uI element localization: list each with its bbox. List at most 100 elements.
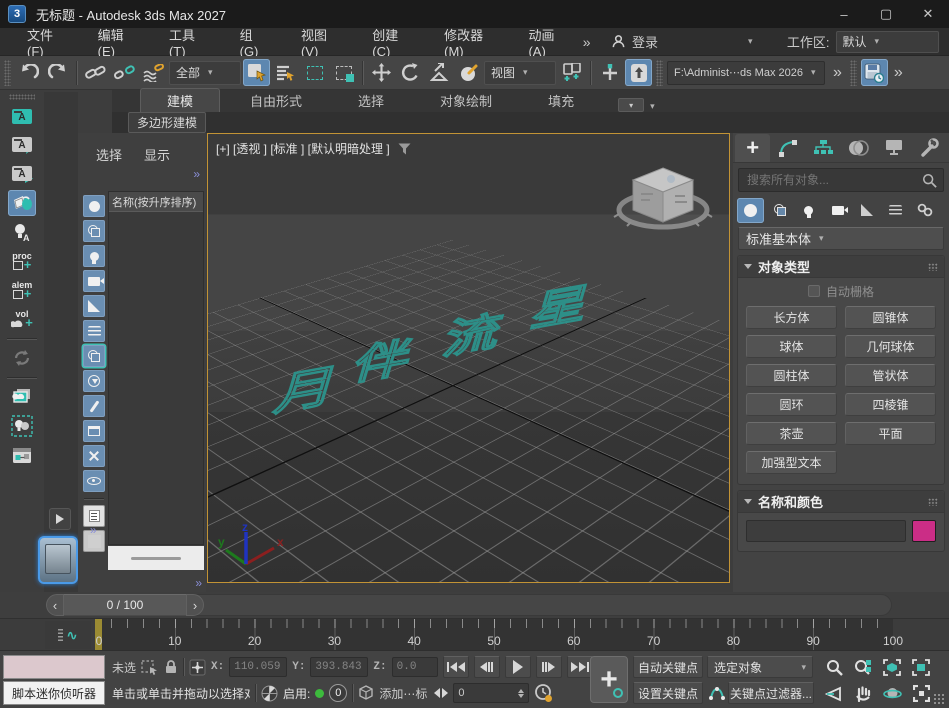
left-toolbar-handle[interactable] (9, 94, 35, 100)
safe-scene-icon[interactable] (261, 685, 278, 702)
pan-view-button[interactable] (849, 681, 877, 706)
box-button[interactable]: 长方体 (746, 306, 837, 329)
select-object-button[interactable] (243, 59, 270, 86)
pyramid-button[interactable]: 四棱锥 (845, 393, 936, 416)
maxscript-mini-listener[interactable]: 脚本迷你侦听器 (3, 681, 105, 705)
active-layout-thumbnail[interactable] (38, 536, 78, 584)
ribbon-tab-object-paint[interactable]: 对象绘制 (414, 89, 518, 112)
bind-to-space-warp-button[interactable] (140, 59, 167, 86)
previous-frame-button[interactable] (474, 656, 500, 678)
explorer-bottom-overflow-icon[interactable]: » (195, 576, 200, 590)
category-systems-button[interactable] (911, 198, 938, 223)
select-and-link-button[interactable] (82, 59, 109, 86)
cone-button[interactable]: 圆锥体 (845, 306, 936, 329)
explorer-menu-select[interactable]: 选择 (96, 145, 122, 164)
menu-modifiers[interactable]: 修改器(M) (427, 28, 511, 56)
select-and-manipulate-button[interactable] (596, 59, 623, 86)
auto-key-toggle[interactable]: 自动关键点 (633, 656, 703, 678)
app-logo-icon[interactable]: 3 (8, 5, 26, 23)
key-filters-button[interactable]: 关键点过滤器... (728, 682, 814, 704)
signin-caret-icon[interactable]: ▾ (748, 36, 753, 47)
search-input[interactable] (745, 172, 922, 188)
render-setup-button[interactable] (8, 190, 36, 216)
viewcube[interactable] (611, 156, 715, 240)
viewport-label[interactable]: [+] [透视 ] [标准 ] [默认明暗处理 ] (216, 140, 390, 157)
time-slider-thumb[interactable]: ‹ 0 / 100 › (46, 594, 204, 616)
autosave-button[interactable] (861, 59, 888, 86)
go-to-start-button[interactable] (443, 656, 469, 678)
explorer-overflow-icon[interactable]: » (193, 167, 198, 181)
close-button[interactable]: ✕ (907, 0, 949, 28)
display-containers-toggle[interactable] (83, 420, 105, 442)
display-shapes-toggle[interactable] (83, 220, 105, 242)
toolbar-overflow-icon[interactable]: » (833, 64, 840, 82)
macro-recorder-button[interactable]: A (8, 132, 36, 158)
zoom-all-button[interactable] (849, 655, 877, 680)
teapot-button[interactable]: 茶壶 (746, 422, 837, 445)
menu-file[interactable]: 文件(F) (10, 28, 81, 56)
display-lights-toggle[interactable] (83, 245, 105, 267)
explorer-strip-overflow-icon[interactable]: » (90, 523, 95, 537)
menu-create[interactable]: 创建(C) (355, 28, 427, 56)
rollout-grip-icon[interactable] (928, 263, 938, 271)
ribbon-tab-freeform[interactable]: 自由形式 (224, 89, 328, 112)
explorer-column-header[interactable]: 名称(按升序排序) (109, 192, 203, 212)
rectangular-selection-region-button[interactable] (301, 59, 328, 86)
play-button[interactable] (505, 656, 531, 678)
maxscript-editor-button[interactable]: A (8, 103, 36, 129)
selection-lock-toggle[interactable] (164, 659, 178, 675)
selection-filter-dropdown[interactable]: 全部▾ (169, 61, 241, 85)
select-and-scale-button[interactable] (426, 59, 453, 86)
display-groups-toggle[interactable] (83, 345, 105, 367)
create-proc-button[interactable]: proc+ (8, 248, 36, 274)
ribbon-panel-polygon-modeling[interactable]: 多边形建模 (128, 112, 206, 133)
explorer-list[interactable]: 名称(按升序排序) (108, 191, 204, 545)
category-lights-button[interactable] (795, 198, 822, 223)
project-folder-field[interactable]: F:\Administ⋯ds Max 2026 ▾ (667, 61, 825, 85)
x-coord-field[interactable] (229, 657, 287, 677)
textplus-button[interactable]: 加强型文本 (746, 451, 837, 474)
key-mode-dropdown[interactable]: 选定对象▾ (707, 656, 813, 678)
add-time-tag[interactable]: 添加⋯标 (379, 685, 427, 702)
zoom-button[interactable] (820, 655, 848, 680)
rollout-name-color-header[interactable]: 名称和颜色 (738, 491, 944, 513)
asset-library-button[interactable] (8, 384, 36, 410)
frame-spinner[interactable] (518, 689, 524, 698)
field-of-view-button[interactable] (820, 681, 848, 706)
search-all-objects-box[interactable] (738, 168, 944, 192)
selection-region-icon[interactable] (141, 660, 159, 675)
create-alem-button[interactable]: alem+ (8, 277, 36, 303)
ribbon-minimize-icon[interactable]: ▾ (618, 98, 644, 112)
track-bar-ruler[interactable]: 0 10 20 30 40 50 60 70 80 90 100 (95, 619, 893, 651)
time-configuration-button[interactable] (534, 684, 553, 703)
y-coord-field[interactable] (310, 657, 368, 677)
signin-menu[interactable]: 登录 (611, 32, 658, 51)
explorer-menu-display[interactable]: 显示 (144, 145, 170, 164)
menu-animation[interactable]: 动画(A) (511, 28, 582, 56)
light-lister-button[interactable]: A (8, 219, 36, 245)
set-key-toggle[interactable]: 设置关键点 (633, 682, 703, 704)
sphere-button[interactable]: 球体 (746, 335, 837, 358)
display-bones-toggle[interactable] (83, 395, 105, 417)
run-script-button[interactable]: A (8, 161, 36, 187)
use-pivot-point-button[interactable] (558, 59, 585, 86)
tube-button[interactable]: 管状体 (845, 364, 936, 387)
toolbar-drag-handle[interactable] (4, 60, 11, 86)
current-frame-field[interactable]: 0 (453, 683, 529, 703)
cylinder-button[interactable]: 圆柱体 (746, 364, 837, 387)
rollout-object-type-header[interactable]: 对象类型 (738, 256, 944, 278)
menu-tools[interactable]: 工具(T) (152, 28, 223, 56)
update-disabled-button[interactable] (8, 345, 36, 371)
zoom-extents-all-button[interactable] (907, 655, 935, 680)
display-hidden-toggle[interactable] (83, 470, 105, 492)
new-key-icon[interactable] (708, 684, 726, 702)
menu-edit[interactable]: 编辑(E) (81, 28, 152, 56)
tab-modify[interactable] (770, 134, 805, 162)
display-xrefs-toggle[interactable] (83, 370, 105, 392)
tab-create[interactable]: + (735, 134, 770, 162)
rollout-grip-icon2[interactable] (928, 498, 938, 506)
category-spacewarps-button[interactable] (882, 198, 909, 223)
notification-badge[interactable]: 0 (329, 684, 347, 702)
object-name-field[interactable] (746, 520, 906, 542)
torus-button[interactable]: 圆环 (746, 393, 837, 416)
